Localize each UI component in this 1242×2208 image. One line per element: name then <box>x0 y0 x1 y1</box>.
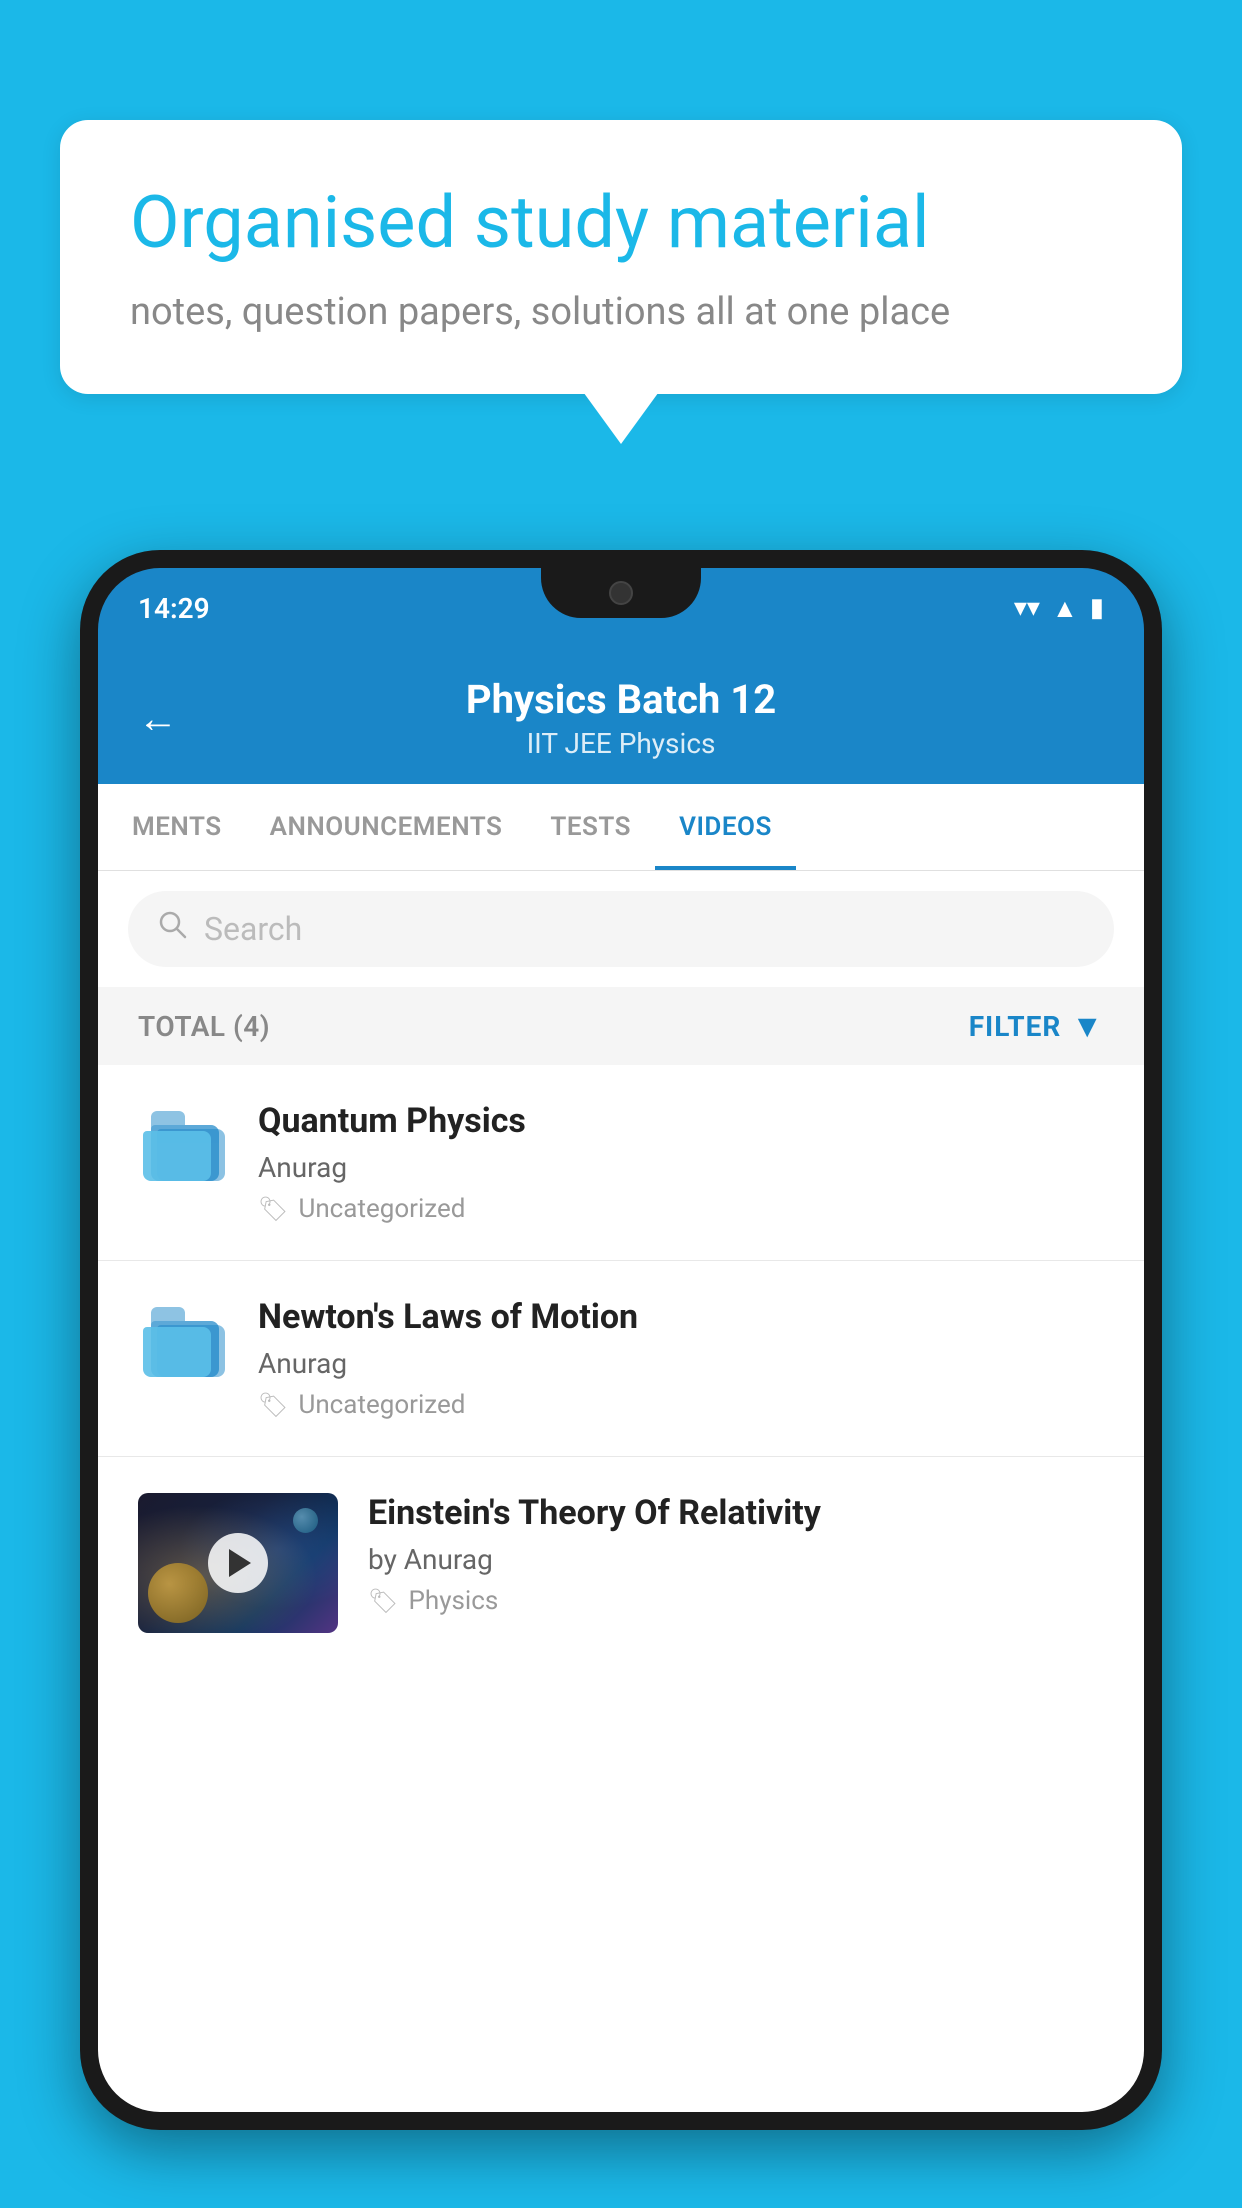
list-item[interactable]: Quantum Physics Anurag 🏷 Uncategorized <box>98 1065 1144 1261</box>
folder-icon-container <box>138 1297 228 1387</box>
batch-title: Physics Batch 12 <box>208 676 1034 723</box>
video-tag: 🏷 Uncategorized <box>258 1390 1104 1420</box>
play-triangle-icon <box>229 1549 251 1577</box>
list-item[interactable]: Einstein's Theory Of Relativity by Anura… <box>98 1457 1144 1669</box>
phone-wrapper: 14:29 ▾▾ ▲ ▮ ← Physics Batch 12 IIT JEE … <box>80 550 1162 2208</box>
video-list: Quantum Physics Anurag 🏷 Uncategorized <box>98 1065 1144 1669</box>
search-bar[interactable]: Search <box>128 891 1114 967</box>
tab-videos[interactable]: VIDEOS <box>655 784 796 870</box>
video-title: Einstein's Theory Of Relativity <box>368 1493 1104 1533</box>
planet-decoration <box>148 1563 208 1623</box>
camera <box>609 581 633 605</box>
wifi-icon: ▾▾ <box>1014 593 1040 623</box>
status-bar: 14:29 ▾▾ ▲ ▮ <box>98 568 1144 648</box>
tag-label: Uncategorized <box>298 1390 465 1420</box>
app-header: ← Physics Batch 12 IIT JEE Physics <box>98 648 1144 784</box>
search-icon <box>158 909 188 949</box>
tab-tests[interactable]: TESTS <box>526 784 655 870</box>
filter-icon: ▼ <box>1071 1007 1104 1045</box>
tag-icon: 🏷 <box>368 1587 398 1615</box>
folder-icon <box>143 1111 223 1181</box>
play-button[interactable] <box>208 1533 268 1593</box>
folder-icon-container <box>138 1101 228 1191</box>
tag-icon: 🏷 <box>258 1391 288 1419</box>
tag-label: Uncategorized <box>298 1194 465 1224</box>
tag-icon: 🏷 <box>258 1195 288 1223</box>
total-count: TOTAL (4) <box>138 1010 270 1043</box>
video-thumbnail <box>138 1493 338 1633</box>
search-container: Search <box>98 871 1144 987</box>
hero-title: Organised study material <box>130 180 1112 266</box>
tab-announcements[interactable]: ANNOUNCEMENTS <box>246 784 527 870</box>
list-item[interactable]: Newton's Laws of Motion Anurag 🏷 Uncateg… <box>98 1261 1144 1457</box>
phone-outer: 14:29 ▾▾ ▲ ▮ ← Physics Batch 12 IIT JEE … <box>80 550 1162 2130</box>
back-button[interactable]: ← <box>138 695 178 742</box>
video-info: Quantum Physics Anurag 🏷 Uncategorized <box>258 1101 1104 1224</box>
notch <box>541 568 701 618</box>
tag-label: Physics <box>408 1586 498 1616</box>
filter-row: TOTAL (4) FILTER ▼ <box>98 987 1144 1065</box>
video-tag: 🏷 Uncategorized <box>258 1194 1104 1224</box>
video-author: Anurag <box>258 1151 1104 1184</box>
hero-subtitle: notes, question papers, solutions all at… <box>130 290 1112 334</box>
tabs-bar: MENTS ANNOUNCEMENTS TESTS VIDEOS <box>98 784 1144 871</box>
filter-button[interactable]: FILTER ▼ <box>969 1007 1104 1045</box>
header-center: Physics Batch 12 IIT JEE Physics <box>208 676 1034 760</box>
filter-label: FILTER <box>969 1010 1062 1043</box>
batch-subtitle: IIT JEE Physics <box>208 727 1034 760</box>
video-info: Newton's Laws of Motion Anurag 🏷 Uncateg… <box>258 1297 1104 1420</box>
video-info: Einstein's Theory Of Relativity by Anura… <box>368 1493 1104 1616</box>
search-placeholder: Search <box>204 910 302 948</box>
video-title: Quantum Physics <box>258 1101 1104 1141</box>
status-icons: ▾▾ ▲ ▮ <box>1014 593 1104 624</box>
status-time: 14:29 <box>138 592 210 625</box>
battery-icon: ▮ <box>1090 593 1104 623</box>
video-author: Anurag <box>258 1347 1104 1380</box>
hero-section: Organised study material notes, question… <box>60 120 1182 394</box>
speech-bubble: Organised study material notes, question… <box>60 120 1182 394</box>
video-author: by Anurag <box>368 1543 1104 1576</box>
planet-small-decoration <box>293 1508 318 1533</box>
folder-icon <box>143 1307 223 1377</box>
phone-screen: ← Physics Batch 12 IIT JEE Physics MENTS… <box>98 648 1144 2112</box>
video-tag: 🏷 Physics <box>368 1586 1104 1616</box>
video-title: Newton's Laws of Motion <box>258 1297 1104 1337</box>
signal-icon: ▲ <box>1052 593 1078 624</box>
tab-ments[interactable]: MENTS <box>108 784 246 870</box>
